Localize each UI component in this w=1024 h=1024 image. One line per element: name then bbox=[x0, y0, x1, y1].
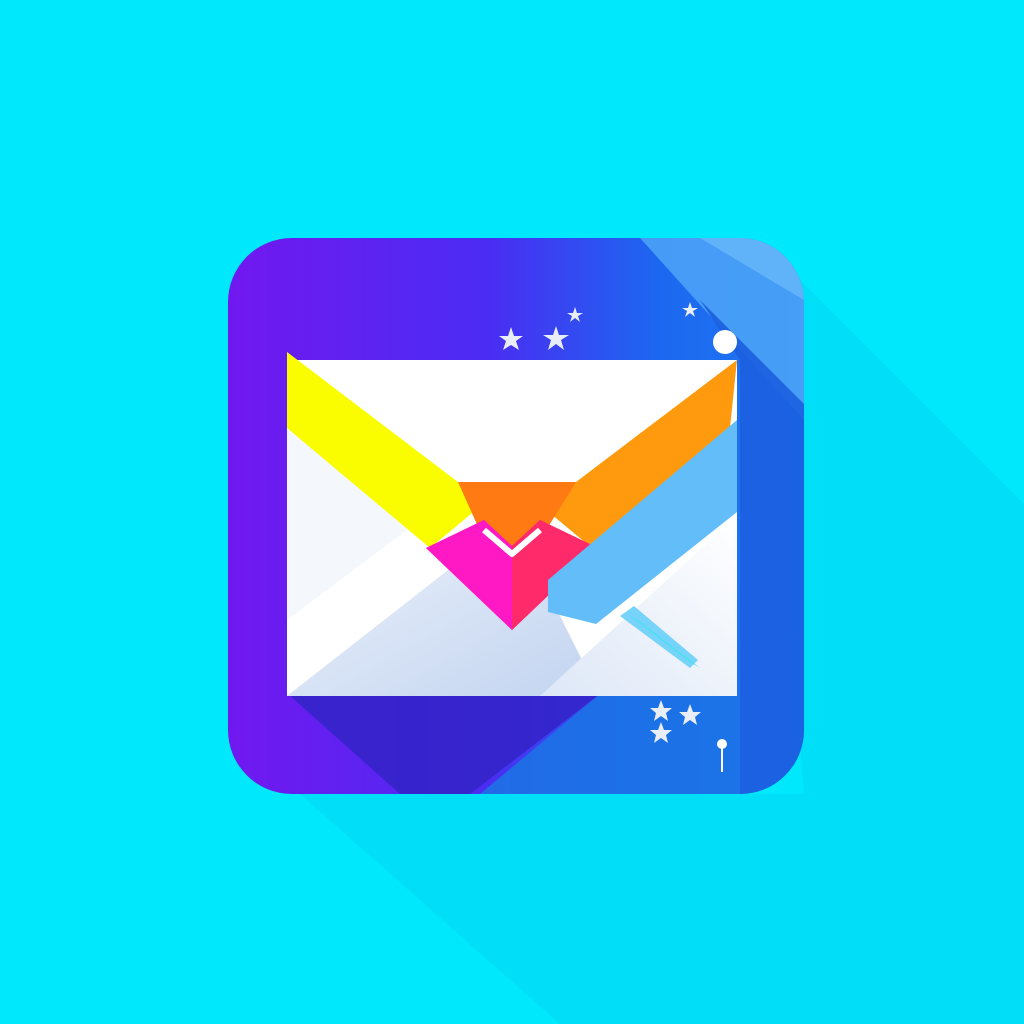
sparkle-dot-icon bbox=[713, 330, 737, 354]
app-icon-canvas bbox=[0, 0, 1024, 1024]
mail-app-icon-graphic bbox=[228, 238, 1024, 1024]
